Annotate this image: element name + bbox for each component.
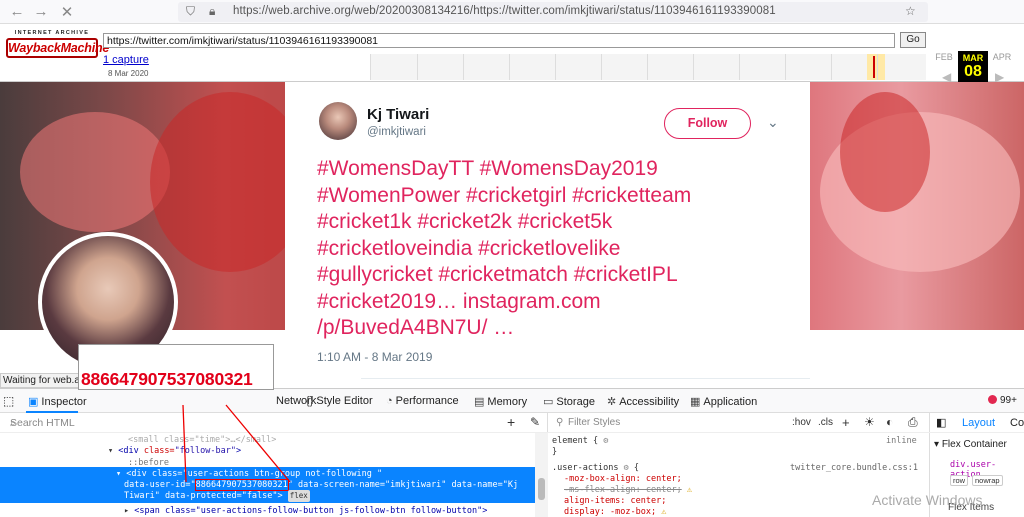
windows-watermark: Activate Windows xyxy=(872,492,983,508)
callout-arrow xyxy=(225,404,291,483)
callout-arrow xyxy=(182,404,187,483)
callout-arrows xyxy=(182,404,291,483)
screen: ← → ✕ ⛉ 🔒︎ https://web.archive.org/web/2… xyxy=(0,0,1024,517)
